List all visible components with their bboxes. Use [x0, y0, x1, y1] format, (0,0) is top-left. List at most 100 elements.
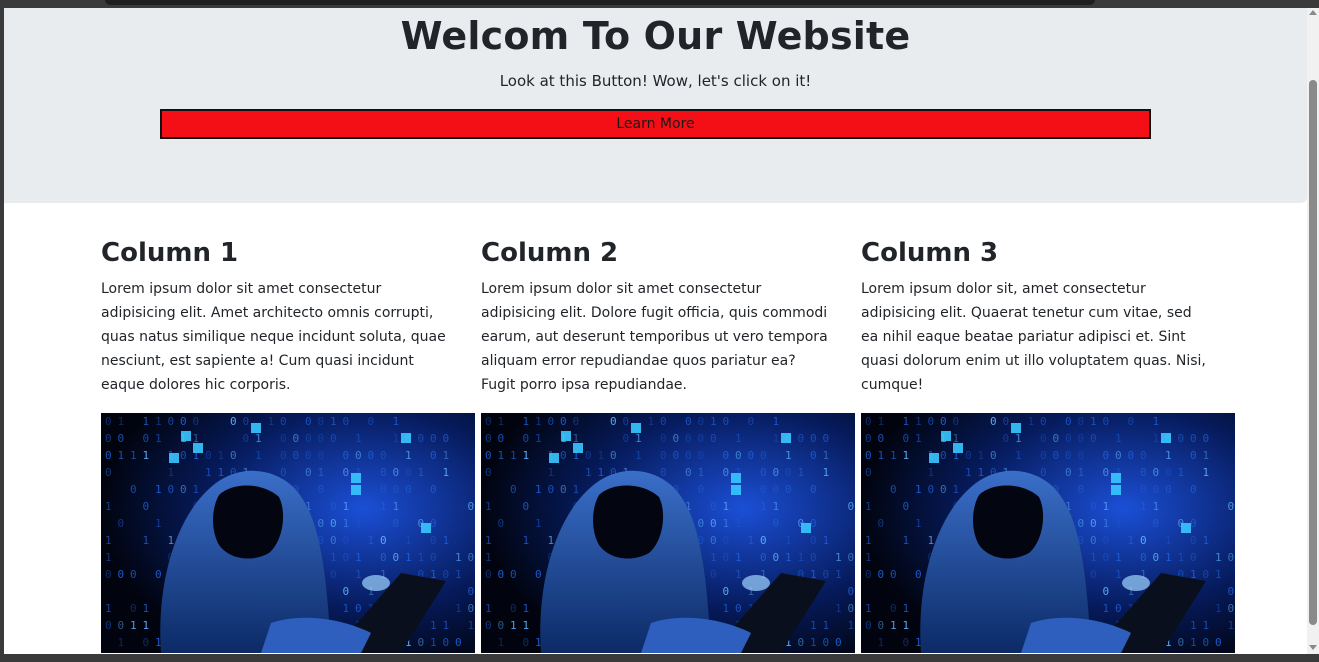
svg-text:1: 1 [143, 415, 150, 428]
svg-text:0: 0 [143, 500, 150, 513]
svg-text:1: 1 [890, 449, 897, 462]
svg-text:0: 0 [1090, 568, 1097, 581]
svg-text:0: 0 [698, 517, 705, 530]
svg-text:1: 1 [548, 466, 555, 479]
svg-text:1: 1 [1153, 500, 1160, 513]
svg-text:1: 1 [143, 619, 150, 632]
svg-text:0: 0 [610, 415, 617, 428]
svg-text:0: 0 [773, 517, 780, 530]
svg-text:1: 1 [773, 432, 780, 445]
scroll-thumb[interactable] [1309, 80, 1317, 625]
svg-text:0: 0 [485, 415, 492, 428]
svg-text:1: 1 [468, 619, 475, 632]
svg-text:0: 0 [810, 551, 817, 564]
svg-text:0: 0 [878, 568, 885, 581]
svg-text:1: 1 [1165, 534, 1172, 547]
svg-text:1: 1 [835, 568, 842, 581]
svg-text:0: 0 [523, 432, 530, 445]
svg-text:0: 0 [760, 449, 767, 462]
svg-text:1: 1 [965, 466, 972, 479]
browser-bottom-edge [0, 654, 1319, 662]
svg-text:1: 1 [105, 551, 112, 564]
svg-text:0: 0 [865, 568, 872, 581]
svg-text:1: 1 [1115, 517, 1122, 530]
svg-text:1: 1 [218, 449, 225, 462]
svg-text:1: 1 [1203, 449, 1210, 462]
svg-text:0: 0 [685, 449, 692, 462]
svg-text:1: 1 [510, 449, 517, 462]
svg-text:1: 1 [903, 619, 910, 632]
svg-text:0: 0 [118, 517, 125, 530]
svg-text:0: 0 [823, 636, 830, 649]
svg-text:1: 1 [865, 551, 872, 564]
svg-text:0: 0 [1190, 449, 1197, 462]
svg-text:0: 0 [1178, 636, 1185, 649]
svg-text:0: 0 [698, 432, 705, 445]
svg-text:0: 0 [623, 415, 630, 428]
svg-text:1: 1 [443, 466, 450, 479]
svg-text:1: 1 [953, 483, 960, 496]
svg-text:0: 0 [1040, 466, 1047, 479]
hacker-image: 0111000001000100100011101000001100000111… [861, 413, 1235, 653]
svg-text:1: 1 [1103, 602, 1110, 615]
svg-text:1: 1 [810, 619, 817, 632]
svg-text:1: 1 [405, 551, 412, 564]
svg-text:0: 0 [915, 568, 922, 581]
svg-text:1: 1 [915, 517, 922, 530]
svg-text:1: 1 [835, 602, 842, 615]
svg-text:0: 0 [1228, 602, 1235, 615]
svg-text:1: 1 [915, 432, 922, 445]
svg-text:1: 1 [978, 466, 985, 479]
hacker-image: 0111000001000100100011101000001100000111… [481, 413, 855, 653]
svg-text:0: 0 [343, 534, 350, 547]
svg-text:1: 1 [498, 449, 505, 462]
svg-text:1: 1 [405, 534, 412, 547]
svg-text:0: 0 [785, 466, 792, 479]
svg-text:0: 0 [1165, 483, 1172, 496]
svg-text:0: 0 [498, 619, 505, 632]
svg-text:0: 0 [280, 415, 287, 428]
svg-text:0: 0 [848, 585, 855, 598]
svg-text:1: 1 [430, 619, 437, 632]
svg-text:0: 0 [865, 619, 872, 632]
svg-text:1: 1 [903, 602, 910, 615]
svg-text:0: 0 [723, 466, 730, 479]
svg-text:0: 0 [848, 551, 855, 564]
svg-text:1: 1 [823, 534, 830, 547]
svg-text:0: 0 [698, 449, 705, 462]
svg-text:1: 1 [485, 551, 492, 564]
hero-subtitle: Look at this Button! Wow, let's click on… [499, 72, 812, 90]
svg-text:0: 0 [1153, 551, 1160, 564]
svg-text:0: 0 [1140, 483, 1147, 496]
scroll-up-arrow-icon[interactable] [1309, 10, 1317, 15]
svg-text:0: 0 [723, 534, 730, 547]
svg-text:1: 1 [928, 466, 935, 479]
svg-text:0: 0 [560, 415, 567, 428]
svg-text:0: 0 [330, 432, 337, 445]
scroll-down-arrow-icon[interactable] [1309, 645, 1317, 650]
svg-text:1: 1 [1190, 636, 1197, 649]
svg-text:0: 0 [990, 415, 997, 428]
svg-text:0: 0 [330, 500, 337, 513]
svg-text:0: 0 [343, 585, 350, 598]
vertical-scrollbar[interactable] [1307, 8, 1319, 654]
svg-text:1: 1 [1203, 534, 1210, 547]
svg-text:0: 0 [673, 432, 680, 445]
svg-text:0: 0 [1228, 585, 1235, 598]
svg-text:0: 0 [773, 466, 780, 479]
svg-text:1: 1 [1203, 466, 1210, 479]
svg-text:1: 1 [430, 636, 437, 649]
svg-text:0: 0 [798, 636, 805, 649]
svg-text:0: 0 [1190, 483, 1197, 496]
svg-text:0: 0 [418, 636, 425, 649]
svg-text:0: 0 [1040, 432, 1047, 445]
learn-more-button[interactable]: Learn More [160, 109, 1151, 139]
svg-text:0: 0 [573, 415, 580, 428]
svg-text:1: 1 [903, 415, 910, 428]
svg-text:0: 0 [168, 415, 175, 428]
svg-text:0: 0 [810, 449, 817, 462]
svg-text:0: 0 [1153, 483, 1160, 496]
column-1: Column 1 Lorem ipsum dolor sit amet cons… [101, 237, 475, 653]
svg-text:1: 1 [785, 551, 792, 564]
svg-text:0: 0 [318, 449, 325, 462]
